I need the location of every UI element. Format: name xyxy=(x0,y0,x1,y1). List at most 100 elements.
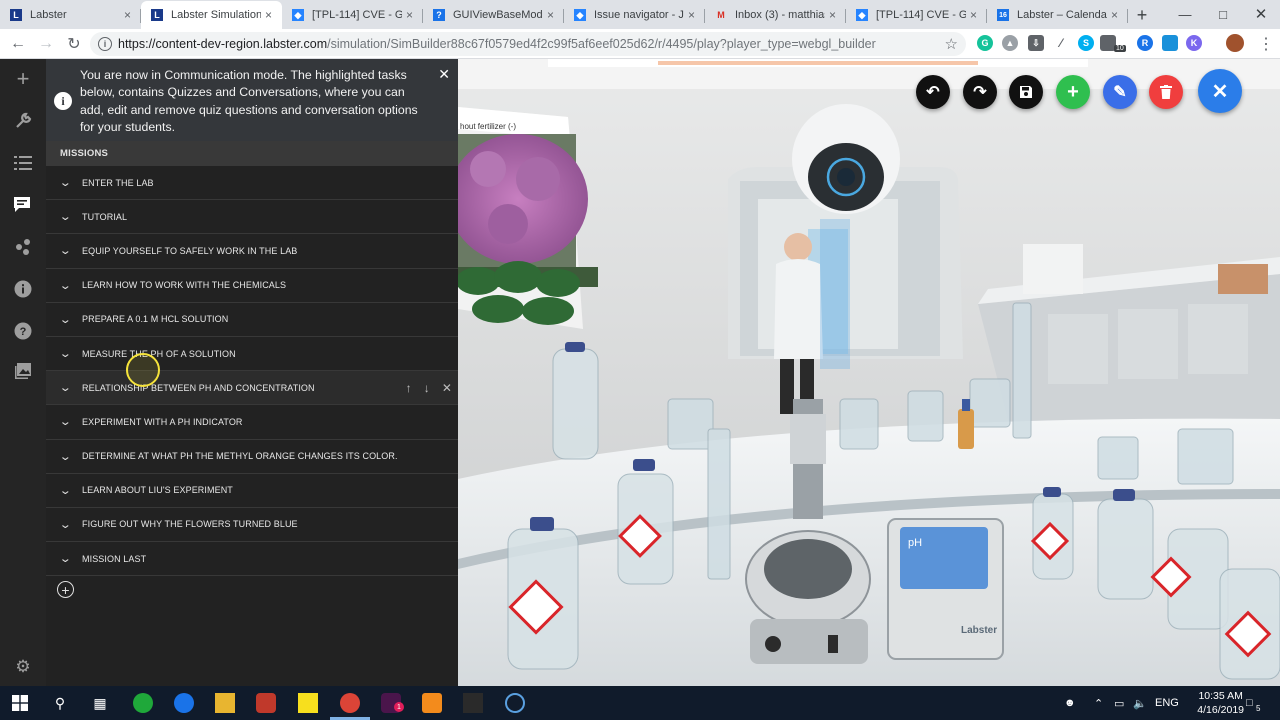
reload-button[interactable]: ↻ xyxy=(60,30,88,58)
images-icon[interactable] xyxy=(11,359,35,383)
settings-gear-icon[interactable]: ⚙ xyxy=(11,655,35,679)
address-bar[interactable]: i https://content-dev-region.labster.com… xyxy=(90,32,966,56)
chevron-down-icon[interactable]: ⌄ xyxy=(39,210,89,223)
tab-close-icon[interactable]: × xyxy=(406,8,413,22)
chevron-down-icon[interactable]: ⌄ xyxy=(39,484,89,497)
browser-menu-button[interactable]: ⋮ xyxy=(1252,30,1280,58)
chevron-down-icon[interactable]: ⌄ xyxy=(39,313,89,326)
task-view-icon[interactable]: ▦ xyxy=(90,693,110,713)
site-info-icon[interactable]: i xyxy=(98,37,112,51)
profile-avatar[interactable] xyxy=(1226,34,1244,52)
graph-nodes-icon[interactable] xyxy=(11,235,35,259)
chevron-down-icon[interactable]: ⌄ xyxy=(39,518,89,531)
communication-icon[interactable] xyxy=(11,193,35,217)
people-icon[interactable]: ☻ xyxy=(1064,686,1076,720)
list-icon[interactable] xyxy=(11,151,35,175)
add-icon[interactable]: + xyxy=(11,66,35,91)
move-down-icon[interactable]: ↓ xyxy=(424,381,430,395)
tab-close-icon[interactable]: × xyxy=(265,8,272,22)
chrome-icon[interactable] xyxy=(340,693,360,713)
sublime-text-icon[interactable] xyxy=(422,693,442,713)
tab-close-icon[interactable]: × xyxy=(829,8,836,22)
mission-row[interactable]: ⌄ FIGURE OUT WHY THE FLOWERS TURNED BLUE xyxy=(46,508,458,543)
wrench-icon[interactable] xyxy=(11,109,35,133)
help-icon[interactable]: ? xyxy=(11,319,35,343)
skype-extension-icon[interactable]: S xyxy=(1078,35,1094,51)
mission-row[interactable]: ⌄ MISSION LAST xyxy=(46,542,458,577)
drive-extension-icon[interactable]: ▲ xyxy=(1002,35,1018,51)
remove-mission-icon[interactable]: ✕ xyxy=(442,381,452,395)
notifications-icon[interactable]: □ xyxy=(1246,686,1253,720)
show-hidden-icons-icon[interactable]: ⌃ xyxy=(1094,686,1103,720)
minimize-button[interactable]: — xyxy=(1166,0,1204,28)
maximize-button[interactable]: □ xyxy=(1204,0,1242,28)
browser-tab[interactable]: L Labster Simulation × xyxy=(141,1,282,29)
battery-icon[interactable]: ▭ xyxy=(1114,686,1124,720)
browser-tab[interactable]: L Labster × xyxy=(0,1,141,29)
mission-row[interactable]: ⌄ MEASURE THE PH OF A SOLUTION xyxy=(46,337,458,372)
system-clock[interactable]: 10:35 AM 4/16/2019 xyxy=(1197,689,1244,717)
browser-tab[interactable]: ◆ [TPL-114] CVE - GUI × xyxy=(846,1,987,29)
back-button[interactable]: ← xyxy=(4,30,32,58)
browser-tab[interactable]: 16 Labster – Calendar × xyxy=(987,1,1128,29)
mission-row[interactable]: ⌄ ENTER THE LAB xyxy=(46,166,458,201)
browser-tab[interactable]: ◆ Issue navigator - Jira × xyxy=(564,1,705,29)
redo-button[interactable]: ↷ xyxy=(963,75,997,109)
file-explorer-icon[interactable] xyxy=(215,693,235,713)
chevron-down-icon[interactable]: ⌄ xyxy=(39,176,89,189)
add-button[interactable]: + xyxy=(1056,75,1090,109)
mission-row[interactable]: ⌄ LEARN ABOUT LIU'S EXPERIMENT xyxy=(46,474,458,508)
window-close-button[interactable]: ✕ xyxy=(1242,0,1280,28)
tab-close-icon[interactable]: × xyxy=(1111,8,1118,22)
mission-row[interactable]: ⌄ TUTORIAL xyxy=(46,200,458,235)
mission-row[interactable]: ⌄ LEARN HOW TO WORK WITH THE CHEMICALS xyxy=(46,269,458,303)
tab-close-icon[interactable]: × xyxy=(688,8,695,22)
chevron-down-icon[interactable]: ⌄ xyxy=(39,279,89,292)
refresh-extension-icon[interactable]: R xyxy=(1137,35,1153,51)
close-builder-button[interactable]: ✕ xyxy=(1198,69,1242,113)
chevron-down-icon[interactable]: ⌄ xyxy=(39,347,89,360)
mission-row[interactable]: ⌄ EXPERIMENT WITH A PH INDICATOR xyxy=(46,405,458,440)
banner-close-button[interactable]: ✕ xyxy=(438,66,450,83)
chevron-down-icon[interactable]: ⌄ xyxy=(39,244,89,257)
chat-extension-icon[interactable] xyxy=(1162,35,1178,51)
undo-button[interactable]: ↶ xyxy=(916,75,950,109)
edit-pencil-button[interactable]: ✎ xyxy=(1103,75,1137,109)
eyedropper-extension-icon[interactable]: ⁄ xyxy=(1053,35,1069,51)
chevron-down-icon[interactable]: ⌄ xyxy=(39,381,89,394)
mission-row[interactable]: ⌄ DETERMINE AT WHAT PH THE METHYL ORANGE … xyxy=(46,440,458,474)
volume-icon[interactable]: 🔈 xyxy=(1133,686,1147,720)
save-button[interactable] xyxy=(1009,75,1043,109)
delete-trash-button[interactable] xyxy=(1149,75,1183,109)
add-mission-button[interactable]: + xyxy=(57,581,74,598)
chevron-down-icon[interactable]: ⌄ xyxy=(39,552,89,565)
unity-app-icon[interactable] xyxy=(505,693,525,713)
language-indicator[interactable]: ENG xyxy=(1155,686,1179,720)
search-icon[interactable]: ⚲ xyxy=(50,693,70,713)
browser-tab[interactable]: M Inbox (3) - matthias × xyxy=(705,1,846,29)
browser-tab[interactable]: ? GUIViewBaseModel × xyxy=(423,1,564,29)
chevron-down-icon[interactable]: ⌄ xyxy=(39,415,89,428)
stripes-app-icon[interactable] xyxy=(463,693,483,713)
bookmark-star-icon[interactable]: ☆ xyxy=(945,35,958,53)
save-extension-icon[interactable]: ⇩ xyxy=(1028,35,1044,51)
tab-close-icon[interactable]: × xyxy=(124,8,131,22)
forward-button[interactable]: → xyxy=(32,30,60,58)
clickup-extension-icon[interactable]: K xyxy=(1186,35,1202,51)
windows-start-icon[interactable] xyxy=(10,693,30,713)
mission-row[interactable]: ⌄ PREPARE A 0.1 M HCL SOLUTION xyxy=(46,303,458,337)
info-icon[interactable] xyxy=(11,277,35,301)
grammarly-extension-icon[interactable]: G xyxy=(977,35,993,51)
red-app-icon[interactable] xyxy=(256,693,276,713)
maps-app-icon[interactable] xyxy=(174,693,194,713)
browser-tab[interactable]: ◆ [TPL-114] CVE - GUI × xyxy=(282,1,423,29)
new-tab-button[interactable]: + xyxy=(1128,1,1156,29)
chevron-down-icon[interactable]: ⌄ xyxy=(39,450,89,463)
sticky-notes-icon[interactable] xyxy=(298,693,318,713)
move-up-icon[interactable]: ↑ xyxy=(406,381,412,395)
tab-close-icon[interactable]: × xyxy=(547,8,554,22)
mission-row[interactable]: ⌄ EQUIP YOURSELF TO SAFELY WORK IN THE LA… xyxy=(46,234,458,269)
green-app-icon[interactable] xyxy=(133,693,153,713)
mission-row[interactable]: ⌄ RELATIONSHIP BETWEEN PH AND CONCENTRATI… xyxy=(46,371,458,406)
tab-close-icon[interactable]: × xyxy=(970,8,977,22)
